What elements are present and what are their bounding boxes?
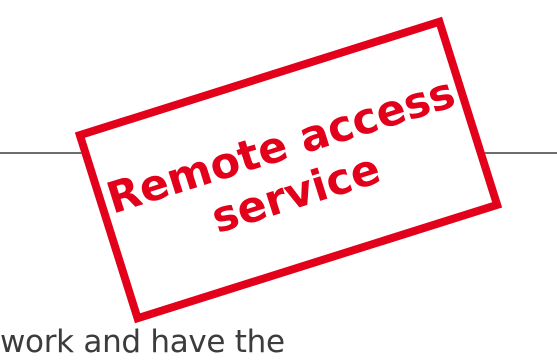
remote-access-stamp: Remote access service [74,16,503,324]
body-text-fragment: work and have the [0,324,285,360]
